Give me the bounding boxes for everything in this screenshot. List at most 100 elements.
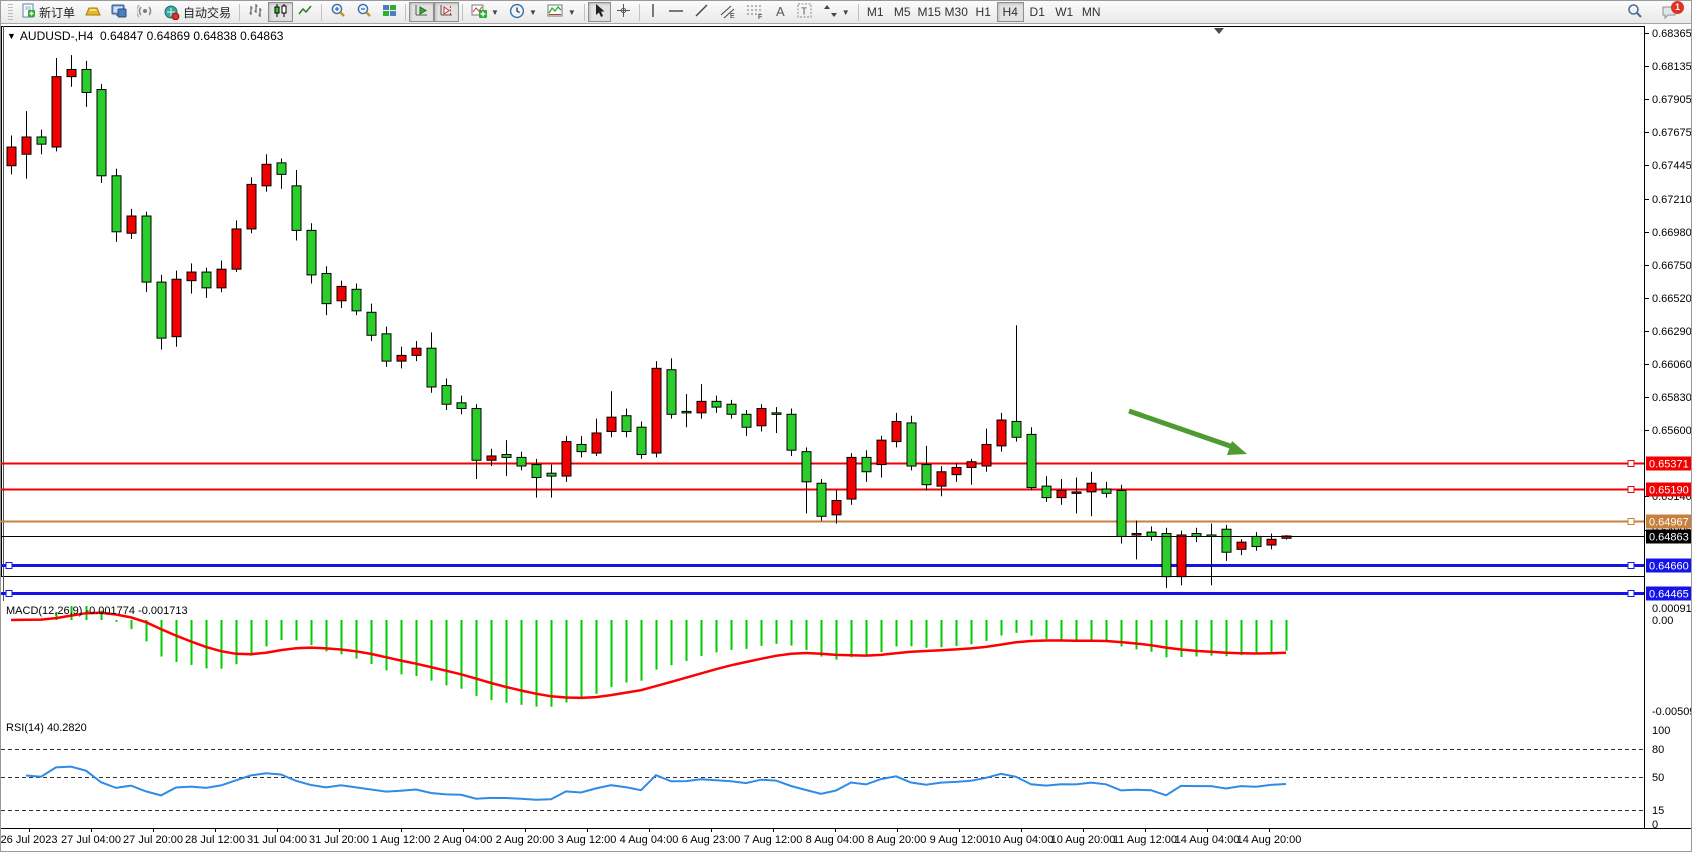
svg-text:27 Jul 04:00: 27 Jul 04:00 (61, 834, 121, 846)
svg-text:0.65600: 0.65600 (1652, 425, 1692, 437)
market-watch-button[interactable] (106, 2, 132, 22)
svg-text:F: F (758, 14, 762, 19)
toolbar: 新订单 自动交易 (1, 1, 1692, 24)
toolbar-separator (321, 4, 322, 21)
timeframe-h4-button[interactable]: H4 (997, 2, 1024, 22)
svg-text:6 Aug 23:00: 6 Aug 23:00 (682, 834, 741, 846)
indicators-button[interactable]: ▼ (466, 2, 504, 22)
svg-text:0.67445: 0.67445 (1652, 160, 1692, 172)
bar-chart-button[interactable] (243, 2, 268, 22)
templates-button[interactable]: ▼ (542, 2, 581, 22)
svg-text:2 Aug 20:00: 2 Aug 20:00 (496, 834, 555, 846)
timeframe-m5-button[interactable]: M5 (889, 2, 916, 22)
new-order-button[interactable]: 新订单 (16, 2, 80, 22)
svg-text:10 Aug 04:00: 10 Aug 04:00 (989, 834, 1054, 846)
gold-symbols-icon (85, 4, 101, 21)
svg-text:E: E (730, 13, 735, 19)
candlestick-chart-button[interactable] (268, 2, 293, 22)
svg-text:0: 0 (1652, 819, 1658, 831)
horizontal-line-button[interactable] (663, 2, 689, 22)
svg-text:27 Jul 20:00: 27 Jul 20:00 (123, 834, 183, 846)
symbol-dropdown-icon[interactable]: ▼ (7, 31, 16, 41)
chart-canvas[interactable]: 0.683650.681350.679050.676750.674450.672… (1, 1, 1692, 852)
symbols-button[interactable] (80, 2, 106, 22)
zoom-out-icon (356, 3, 372, 22)
timeframe-m15-button[interactable]: M15 (916, 2, 943, 22)
timeframe-m1-button[interactable]: M1 (862, 2, 889, 22)
crosshair-button[interactable] (611, 2, 636, 22)
svg-text:0.64465: 0.64465 (1649, 589, 1689, 601)
svg-text:0.65371: 0.65371 (1649, 459, 1689, 471)
svg-text:0.68135: 0.68135 (1652, 61, 1692, 73)
text-label-button[interactable]: T (792, 2, 818, 22)
toolbar-separator (639, 4, 640, 21)
candlestick-chart-icon (273, 3, 288, 21)
horizontal-line-icon (668, 5, 684, 20)
chart-title-symbol: AUDUSD-,H4 (20, 29, 93, 43)
search-button[interactable] (1622, 2, 1648, 22)
timeframe-mn-button[interactable]: MN (1078, 2, 1105, 22)
notifications-button[interactable]: 1 (1656, 2, 1683, 22)
auto-scroll-icon (414, 3, 429, 21)
toolbar-separator (462, 4, 463, 21)
chevron-down-icon: ▼ (529, 8, 537, 17)
auto-trading-button[interactable]: 自动交易 (158, 2, 236, 22)
text-button[interactable]: A (769, 2, 792, 22)
line-handle[interactable] (1628, 563, 1634, 569)
svg-text:0.66750: 0.66750 (1652, 260, 1692, 272)
signal-icon (137, 3, 153, 21)
svg-text:100: 100 (1652, 725, 1670, 737)
trendline-button[interactable] (689, 2, 714, 22)
svg-text:3 Aug 12:00: 3 Aug 12:00 (558, 834, 617, 846)
fibonacci-icon: F (746, 3, 764, 22)
line-chart-button[interactable] (293, 2, 318, 22)
tile-windows-button[interactable] (377, 2, 402, 22)
toolbar-separator (584, 4, 585, 21)
svg-text:0.67905: 0.67905 (1652, 94, 1692, 106)
tile-windows-icon (382, 4, 397, 21)
cursor-button[interactable] (588, 2, 611, 22)
line-handle[interactable] (1628, 487, 1634, 493)
equidistant-channel-button[interactable]: E (714, 2, 741, 22)
timeframe-m30-button[interactable]: M30 (943, 2, 970, 22)
svg-text:0.64660: 0.64660 (1649, 561, 1689, 573)
svg-text:0.00: 0.00 (1652, 615, 1673, 627)
chart-shift-icon (439, 3, 454, 21)
timeframe-w1-button[interactable]: W1 (1051, 2, 1078, 22)
line-handle[interactable] (6, 563, 12, 569)
svg-text:8 Aug 04:00: 8 Aug 04:00 (806, 834, 865, 846)
chart-shift-button[interactable] (434, 2, 459, 22)
fibonacci-button[interactable]: F (741, 2, 769, 22)
toolbar-grip (8, 4, 13, 20)
chart-title-ohlc: 0.64847 0.64869 0.64838 0.64863 (100, 29, 284, 43)
toolbar-separator (858, 4, 859, 21)
vertical-line-button[interactable] (643, 2, 663, 22)
svg-text:2 Aug 04:00: 2 Aug 04:00 (434, 834, 493, 846)
svg-text:31 Jul 20:00: 31 Jul 20:00 (309, 834, 369, 846)
line-handle[interactable] (1628, 519, 1634, 525)
timeframe-h1-button[interactable]: H1 (970, 2, 997, 22)
crosshair-icon (616, 3, 631, 21)
svg-text:14 Aug 04:00: 14 Aug 04:00 (1175, 834, 1240, 846)
svg-text:7 Aug 12:00: 7 Aug 12:00 (744, 834, 803, 846)
arrows-button[interactable]: ▼ (818, 2, 855, 22)
svg-text:50: 50 (1652, 772, 1664, 784)
periods-button[interactable]: ▼ (504, 2, 542, 22)
signals-button[interactable] (132, 2, 158, 22)
bar-chart-icon (248, 3, 263, 21)
timeframe-d1-button[interactable]: D1 (1024, 2, 1051, 22)
line-handle[interactable] (6, 591, 12, 597)
auto-trading-label: 自动交易 (183, 4, 231, 21)
zoom-out-button[interactable] (351, 2, 377, 22)
new-order-label: 新订单 (39, 4, 75, 21)
zoom-in-button[interactable] (325, 2, 351, 22)
svg-text:-0.005093: -0.005093 (1652, 706, 1692, 718)
line-handle[interactable] (1628, 461, 1634, 467)
auto-scroll-button[interactable] (409, 2, 434, 22)
line-handle[interactable] (1628, 591, 1634, 597)
rsi-indicator-label: RSI(14) 40.2820 (6, 722, 87, 734)
svg-text:31 Jul 04:00: 31 Jul 04:00 (247, 834, 307, 846)
svg-text:0.66060: 0.66060 (1652, 359, 1692, 371)
macd-indicator-label: MACD(12,26,9) -0.001774 -0.001713 (6, 605, 188, 617)
svg-text:8 Aug 20:00: 8 Aug 20:00 (868, 834, 927, 846)
